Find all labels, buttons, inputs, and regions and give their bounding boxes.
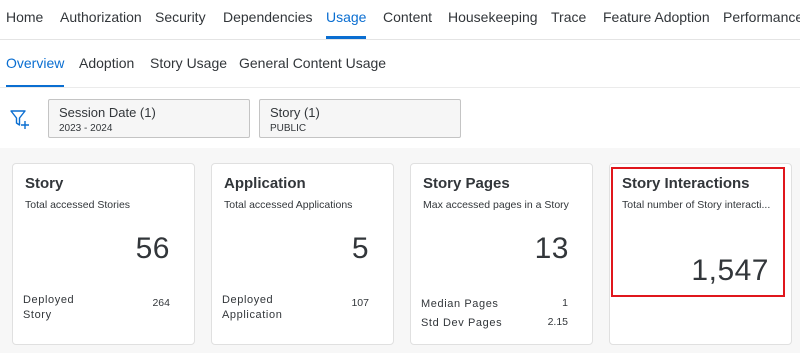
card-subtitle: Total number of Story interacti... bbox=[622, 199, 771, 211]
tab-housekeeping[interactable]: Housekeeping bbox=[448, 0, 538, 39]
card-application[interactable]: Application Total accessed Applications … bbox=[211, 163, 394, 345]
card-footer-label: Median Pages bbox=[421, 298, 499, 310]
card-footer-value: 2.15 bbox=[547, 316, 568, 328]
tab-home[interactable]: Home bbox=[6, 0, 43, 39]
card-footer-label: Deployed Story bbox=[23, 294, 75, 321]
card-title: Story Pages bbox=[423, 175, 510, 192]
card-footer-value: 264 bbox=[152, 297, 170, 309]
tab-trace[interactable]: Trace bbox=[551, 0, 586, 39]
card-subtitle: Total accessed Applications bbox=[224, 199, 353, 211]
subtab-story-usage[interactable]: Story Usage bbox=[150, 40, 227, 87]
filter-session-date[interactable]: Session Date (1) 2023 - 2024 bbox=[48, 99, 250, 138]
filter-title: Story (1) bbox=[270, 105, 320, 120]
filter-value: 2023 - 2024 bbox=[59, 123, 113, 134]
tab-authorization[interactable]: Authorization bbox=[60, 0, 142, 39]
card-title: Application bbox=[224, 175, 306, 192]
subtab-adoption[interactable]: Adoption bbox=[79, 40, 134, 87]
tab-content[interactable]: Content bbox=[383, 0, 432, 39]
subtab-overview[interactable]: Overview bbox=[6, 40, 65, 87]
tab-performance[interactable]: Performance bbox=[723, 0, 800, 39]
card-subtitle: Total accessed Stories bbox=[25, 199, 131, 211]
filter-add-icon[interactable] bbox=[9, 108, 31, 130]
card-footer-label: Std Dev Pages bbox=[421, 317, 503, 329]
viewport-edge bbox=[792, 163, 800, 345]
card-story-pages[interactable]: Story Pages Max accessed pages in a Stor… bbox=[410, 163, 593, 345]
filter-value: PUBLIC bbox=[270, 123, 307, 134]
card-story[interactable]: Story Total accessed Stories 56 Deployed… bbox=[12, 163, 195, 345]
filter-story[interactable]: Story (1) PUBLIC bbox=[259, 99, 461, 138]
sub-nav: Overview Adoption Story Usage General Co… bbox=[0, 40, 800, 88]
subtab-general-content-usage[interactable]: General Content Usage bbox=[239, 40, 386, 87]
filter-bar: Session Date (1) 2023 - 2024 Story (1) P… bbox=[0, 88, 800, 148]
card-title: Story bbox=[25, 175, 64, 192]
card-kpi-value: 5 bbox=[351, 232, 369, 265]
card-story-interactions[interactable]: Story Interactions Total number of Story… bbox=[609, 163, 792, 345]
card-kpi-value: 13 bbox=[534, 232, 569, 265]
card-kpi-value: 56 bbox=[135, 232, 170, 265]
card-kpi-value: 1,547 bbox=[691, 254, 769, 287]
top-nav: Home Authorization Security Dependencies… bbox=[0, 0, 800, 40]
filter-title: Session Date (1) bbox=[59, 105, 156, 120]
tab-dependencies[interactable]: Dependencies bbox=[223, 0, 313, 39]
card-title: Story Interactions bbox=[622, 175, 750, 192]
card-subtitle: Max accessed pages in a Story bbox=[423, 199, 569, 211]
tab-feature-adoption[interactable]: Feature Adoption bbox=[603, 0, 710, 39]
tab-usage[interactable]: Usage bbox=[326, 0, 367, 39]
card-footer-value: 107 bbox=[351, 297, 369, 309]
tab-security[interactable]: Security bbox=[155, 0, 206, 39]
card-footer-label: Deployed Application bbox=[222, 294, 283, 321]
card-footer-value: 1 bbox=[562, 297, 568, 309]
